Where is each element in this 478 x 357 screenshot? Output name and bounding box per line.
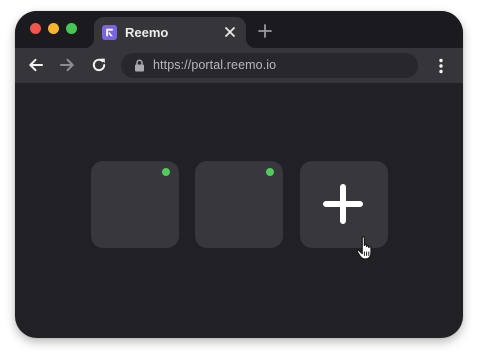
back-arrow-icon[interactable] [27,56,45,74]
browser-window: Reemo https://portal.reemo.io [15,11,463,338]
hand-cursor-icon [356,235,378,261]
page-content [15,83,463,338]
url-text: https://portal.reemo.io [153,58,277,72]
machine-tile[interactable] [195,161,283,248]
browser-toolbar: https://portal.reemo.io [15,48,463,83]
kebab-menu-icon[interactable] [435,57,447,75]
close-window-button[interactable] [30,23,41,34]
lock-icon [134,59,145,72]
tab-reemo[interactable]: Reemo [84,17,256,48]
tab-title: Reemo [125,25,169,40]
reemo-logo-icon [102,25,117,40]
close-icon[interactable] [222,24,238,40]
machine-tile[interactable] [91,161,179,248]
online-status-dot [266,168,274,176]
title-bar: Reemo [15,11,463,48]
plus-icon [322,183,364,225]
reload-icon[interactable] [90,56,108,74]
maximize-window-button[interactable] [66,23,77,34]
address-bar[interactable]: https://portal.reemo.io [121,53,418,78]
online-status-dot [162,168,170,176]
new-tab-plus-icon[interactable] [257,23,273,39]
forward-arrow-icon[interactable] [58,56,76,74]
minimize-window-button[interactable] [48,23,59,34]
